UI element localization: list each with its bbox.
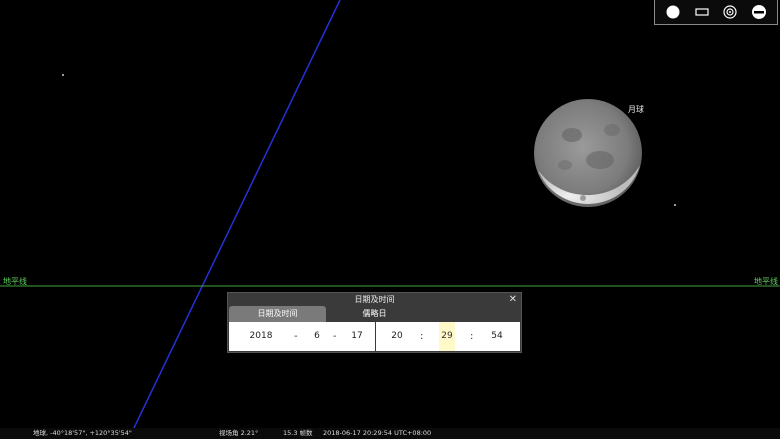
tab-date-time[interactable]: 日期及时间 — [229, 306, 326, 322]
horizon-label-right: 地平线 — [754, 277, 778, 286]
view-toolbar — [654, 0, 778, 25]
star — [62, 74, 64, 76]
meridian-line — [131, 0, 341, 433]
horizon-toggle-icon[interactable] — [749, 2, 769, 22]
time-separator: : — [470, 331, 474, 342]
location-readout: 地球, -40°18'57", +120°35'54" — [33, 429, 132, 437]
star — [674, 204, 676, 206]
status-bar: 地球, -40°18'57", +120°35'54" 视场角 2.21° 15… — [0, 428, 780, 439]
date-separator: - — [294, 331, 298, 342]
tab-julian-day[interactable]: 儒略日 — [326, 306, 423, 322]
datetime-readout: 2018-06-17 20:29:54 UTC+08:00 — [323, 429, 432, 437]
sky-view[interactable] — [0, 0, 780, 439]
date-separator: - — [333, 331, 337, 342]
day-field[interactable]: 17 — [347, 322, 367, 351]
time-separator: : — [420, 331, 424, 342]
hour-field[interactable]: 20 — [386, 322, 408, 351]
moon-label: 月球 — [628, 105, 644, 114]
date-time-dialog: 日期及时间 ✕ 日期及时间 儒略日 2018 - 6 - 17 20 : 29 … — [227, 292, 522, 353]
fps-readout: 15.3 帧数 — [283, 429, 313, 437]
year-field[interactable]: 2018 — [243, 322, 279, 351]
second-field[interactable]: 54 — [486, 322, 508, 351]
date-panel: 2018 - 6 - 17 — [229, 322, 375, 351]
dialog-title: 日期及时间 — [354, 295, 395, 304]
target-icon[interactable] — [720, 2, 740, 22]
full-disk-icon[interactable] — [663, 2, 683, 22]
minute-field[interactable]: 29 — [439, 322, 455, 351]
fov-readout: 视场角 2.21° — [219, 429, 259, 437]
time-panel: 20 : 29 : 54 — [376, 322, 520, 351]
dialog-tabs: 日期及时间 儒略日 — [228, 306, 521, 322]
moon[interactable] — [534, 99, 642, 207]
horizon-label-left: 地平线 — [3, 277, 27, 286]
close-icon[interactable]: ✕ — [509, 293, 517, 306]
month-field[interactable]: 6 — [309, 322, 325, 351]
date-time-fields: 2018 - 6 - 17 20 : 29 : 54 — [229, 322, 520, 351]
rectangle-icon[interactable] — [692, 2, 712, 22]
